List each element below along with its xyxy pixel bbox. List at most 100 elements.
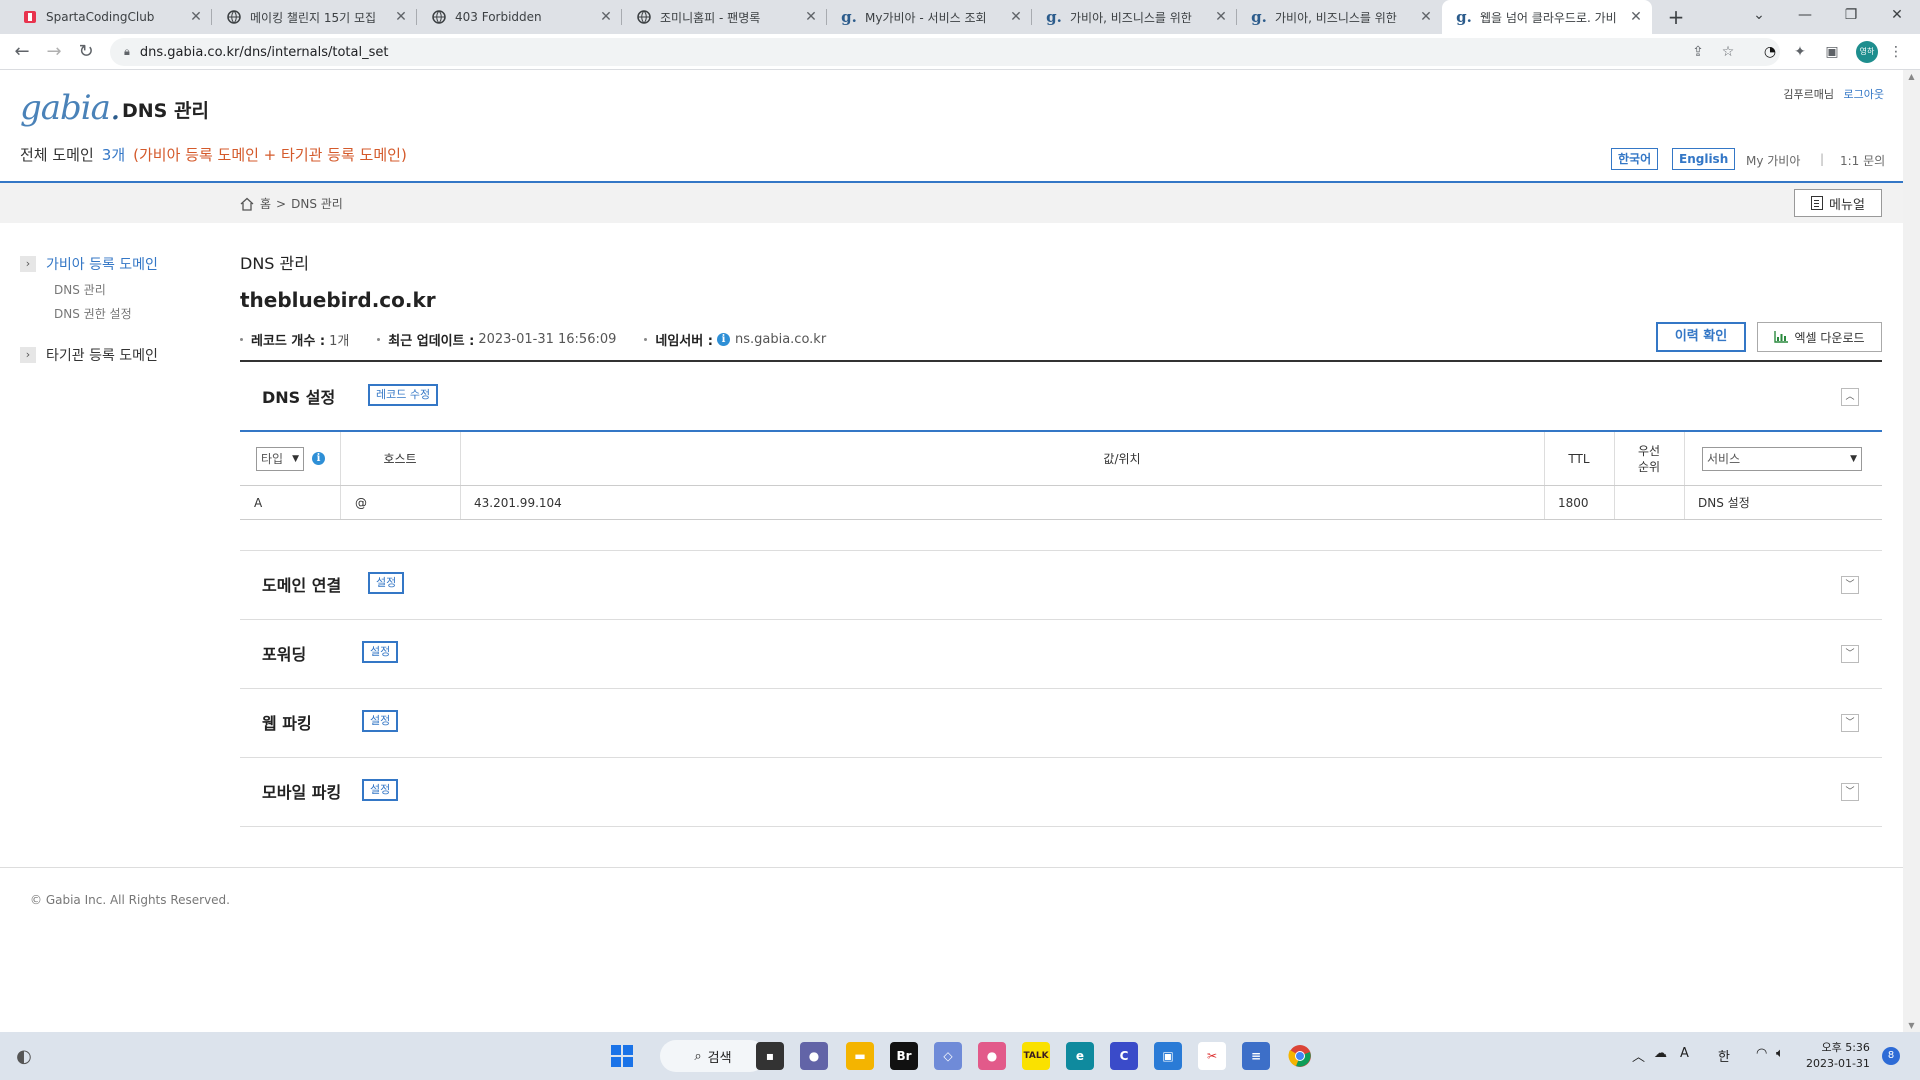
close-tab-icon[interactable]: ✕ [1628,9,1644,25]
close-window-icon[interactable]: ✕ [1874,0,1920,34]
clock-time: 오후 5:36 [1821,1041,1870,1054]
cloud-icon[interactable]: ☁ [1654,1046,1667,1061]
scroll-down-icon[interactable]: ▼ [1903,1021,1920,1030]
taskbar-clock[interactable]: 오후 5:36 2023-01-31 [1806,1040,1870,1072]
extensions-icon[interactable]: ✦ [1790,42,1810,62]
volume-icon[interactable]: 🔈︎ [1776,1046,1784,1061]
sidebar-group-gabia-domains[interactable]: › 가비아 등록 도메인 [20,254,158,274]
bridge-icon[interactable]: Br [890,1042,918,1070]
sidebar-item-dns-manage[interactable]: DNS 관리 [54,281,106,298]
page-scrollbar[interactable]: ▲ ▼ [1903,70,1920,1032]
gabia-logo[interactable]: gabia. [20,88,121,128]
browser-tab[interactable]: g. My가비아 - 서비스 조회 ✕ [827,0,1032,34]
snipping-tool-icon[interactable]: ✂ [1198,1042,1226,1070]
excel-download-button[interactable]: 엑셀 다운로드 [1757,322,1882,352]
widgets-icon[interactable]: ◐ [10,1042,38,1070]
address-bar[interactable]: 🔒︎ dns.gabia.co.kr/dns/internals/total_s… [110,38,1780,66]
browser-tab[interactable]: 403 Forbidden ✕ [417,0,622,34]
browser-tab-active[interactable]: g. 웹을 넘어 클라우드로. 가비 ✕ [1442,0,1652,34]
domain-count-link[interactable]: 3개 [102,146,125,164]
record-count-label: 레코드 개수 : [251,334,326,349]
ttl-header: TTL [1568,451,1590,466]
ime-hangul[interactable]: 한 [1718,1046,1730,1065]
summary-desc: (가비아 등록 도메인 + 타기관 등록 도메인) [133,146,407,164]
mobile-parking-settings-button[interactable]: 설정 [362,779,399,801]
paint-icon[interactable]: ● [978,1042,1006,1070]
reload-icon[interactable]: ↻ [74,40,98,64]
expand-icon[interactable]: ﹀ [1841,783,1859,801]
share-icon[interactable]: ⇪ [1688,42,1708,62]
restore-icon[interactable]: ❐ [1828,0,1874,34]
wifi-icon[interactable]: ◠ [1756,1046,1767,1061]
table-row[interactable]: A @ 43.201.99.104 1800 DNS 설정 [240,486,1882,520]
notepad-icon[interactable]: ≡ [1242,1042,1270,1070]
close-tab-icon[interactable]: ✕ [1213,9,1229,25]
manual-button[interactable]: 메뉴얼 [1794,189,1882,217]
expand-icon[interactable]: ﹀ [1841,645,1859,663]
web-parking-settings-button[interactable]: 설정 [362,710,399,732]
history-button[interactable]: 이력 확인 [1656,322,1746,352]
expand-icon[interactable]: ﹀ [1841,714,1859,732]
collapse-icon[interactable]: ︿ [1841,388,1859,406]
extension-clock-icon[interactable]: ◔ [1760,42,1780,62]
back-icon[interactable]: ← [10,40,34,64]
browser-tab[interactable]: 조미니홈피 - 팬명록 ✕ [622,0,827,34]
expand-icon[interactable]: ﹀ [1841,576,1859,594]
browser-tab[interactable]: 메이킹 챌린지 15기 모집 ✕ [212,0,417,34]
kakaotalk-icon[interactable]: TALK [1022,1042,1050,1070]
service-select[interactable]: 서비스 ▼ [1702,446,1862,471]
forward-icon[interactable]: → [42,40,66,64]
domain-connect-settings-button[interactable]: 설정 [368,572,405,594]
gabia-icon: g. [1046,8,1062,26]
close-tab-icon[interactable]: ✕ [1418,9,1434,25]
app-icon[interactable]: C [1110,1042,1138,1070]
chat-icon[interactable]: ● [800,1042,828,1070]
summary-label: 전체 도메인 [20,146,94,164]
app-icon[interactable]: ▣ [1154,1042,1182,1070]
updated-time: 2023-01-31 16:56:09 [478,332,617,347]
sidebar-group-other-domains[interactable]: › 타기관 등록 도메인 [20,345,158,365]
inquiry-link[interactable]: 1:1 문의 [1840,152,1885,169]
breadcrumb-bar: 홈 > DNS 관리 메뉴얼 [0,183,1920,223]
tray-overflow-icon[interactable]: ︿ [1632,1046,1645,1065]
more-menu-icon[interactable]: ⋮ [1886,42,1906,62]
lock-icon[interactable]: 🔒︎ [124,45,130,59]
lang-en-button[interactable]: English [1672,148,1736,170]
sidebar-item-dns-permission[interactable]: DNS 권한 설정 [54,305,132,322]
browser-tab[interactable]: g. 가비아, 비즈니스를 위한 ✕ [1032,0,1237,34]
forwarding-settings-button[interactable]: 설정 [362,641,399,663]
side-panel-icon[interactable]: ▣ [1822,42,1842,62]
chevron-down-icon: ▼ [1850,453,1857,464]
close-tab-icon[interactable]: ✕ [1008,9,1024,25]
app-icon[interactable]: ◇ [934,1042,962,1070]
info-icon[interactable]: i [716,333,730,346]
notification-badge[interactable]: 8 [1882,1047,1900,1065]
edge-icon[interactable]: e [1066,1042,1094,1070]
browser-tab[interactable]: g. 가비아, 비즈니스를 위한 ✕ [1237,0,1442,34]
lang-ko-button[interactable]: 한국어 [1611,148,1659,170]
ime-mode[interactable]: A [1680,1046,1689,1061]
star-icon[interactable]: ☆ [1718,42,1738,62]
chrome-icon[interactable] [1286,1042,1314,1070]
close-tab-icon[interactable]: ✕ [393,9,409,25]
profile-avatar[interactable]: 영하 [1856,41,1878,63]
browser-tab[interactable]: SpartaCodingClub ✕ [8,0,212,34]
close-tab-icon[interactable]: ✕ [188,9,204,25]
logout-link[interactable]: 로그아웃 [1844,88,1884,101]
close-tab-icon[interactable]: ✕ [598,9,614,25]
type-select[interactable]: 타입 ▼ [256,446,304,471]
minimize-icon[interactable]: — [1782,0,1828,34]
info-icon[interactable]: i [312,452,325,465]
new-tab-icon[interactable]: + [1664,5,1688,29]
tab-search-icon[interactable]: ⌄ [1736,0,1782,34]
scroll-up-icon[interactable]: ▲ [1903,72,1920,81]
edit-records-button[interactable]: 레코드 수정 [368,384,439,406]
home-icon[interactable] [240,197,254,211]
task-view-icon[interactable]: ▪ [756,1042,784,1070]
my-gabia-link[interactable]: My 가비아 [1746,152,1800,169]
close-tab-icon[interactable]: ✕ [803,9,819,25]
start-icon[interactable] [608,1042,636,1070]
taskbar-search[interactable]: ⌕ 검색 [660,1040,766,1072]
file-explorer-icon[interactable]: ▬ [846,1042,874,1070]
breadcrumb-home[interactable]: 홈 [260,195,271,212]
